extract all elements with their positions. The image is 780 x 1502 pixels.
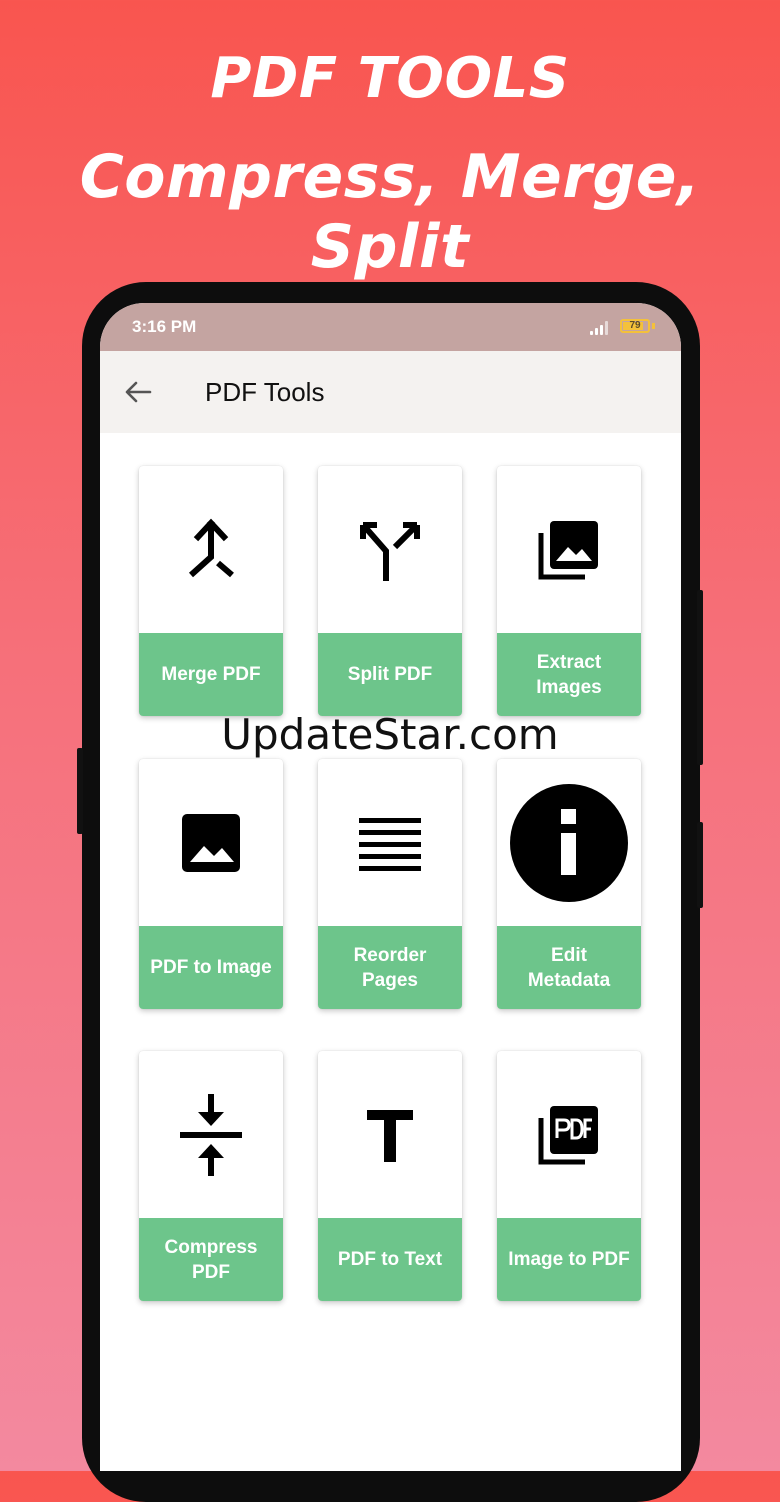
tool-label: PDF to Text xyxy=(318,1218,462,1301)
tool-label: PDF to Image xyxy=(139,926,283,1009)
phone-power-button xyxy=(697,822,703,908)
text-icon xyxy=(318,1051,462,1218)
watermark: UpdateStar.com xyxy=(221,710,559,759)
arrow-back-icon[interactable] xyxy=(122,376,154,408)
pdf-library-icon xyxy=(497,1051,641,1218)
tool-card-pdf-to-image[interactable]: PDF to Image xyxy=(139,759,283,1009)
app-bar: PDF Tools xyxy=(100,351,681,433)
merge-icon xyxy=(139,466,283,633)
tool-label: Extract Images xyxy=(497,633,641,716)
promo-headline: PDF TOOLS xyxy=(210,46,570,111)
tool-label: Reorder Pages xyxy=(318,926,462,1009)
tools-grid: Merge PDF Split PDF Extract Images PDF t… xyxy=(100,433,681,1433)
split-icon xyxy=(318,466,462,633)
tool-card-compress-pdf[interactable]: Compress PDF xyxy=(139,1051,283,1301)
status-time: 3:16 PM xyxy=(132,317,197,336)
tool-label: Split PDF xyxy=(318,633,462,716)
tool-card-merge-pdf[interactable]: Merge PDF xyxy=(139,466,283,716)
tool-label: Edit Metadata xyxy=(497,926,641,1009)
tool-label: Image to PDF xyxy=(497,1218,641,1301)
promo-subheadline: Compress, Merge, Split xyxy=(79,142,701,282)
image-library-icon xyxy=(497,466,641,633)
page-title: PDF Tools xyxy=(205,377,325,407)
tool-card-extract-images[interactable]: Extract Images xyxy=(497,466,641,716)
phone-volume-button xyxy=(77,748,83,834)
tool-card-edit-metadata[interactable]: Edit Metadata xyxy=(497,759,641,1009)
tool-card-image-to-pdf[interactable]: Image to PDF xyxy=(497,1051,641,1301)
reorder-lines-icon xyxy=(318,759,462,926)
tool-card-reorder-pages[interactable]: Reorder Pages xyxy=(318,759,462,1009)
tool-label: Compress PDF xyxy=(139,1218,283,1301)
image-icon xyxy=(139,759,283,926)
tool-label: Merge PDF xyxy=(139,633,283,716)
signal-icon xyxy=(590,319,612,335)
tool-card-split-pdf[interactable]: Split PDF xyxy=(318,466,462,716)
status-bar: 3:16 PM 79 xyxy=(100,303,681,351)
battery-icon: 79 xyxy=(620,319,650,333)
compress-icon xyxy=(139,1051,283,1218)
battery-level: 79 xyxy=(629,320,641,331)
info-icon xyxy=(497,759,641,926)
app-screen: 3:16 PM 79 PDF Tools Merge PDF Split PDF… xyxy=(100,303,681,1471)
tool-card-pdf-to-text[interactable]: PDF to Text xyxy=(318,1051,462,1301)
